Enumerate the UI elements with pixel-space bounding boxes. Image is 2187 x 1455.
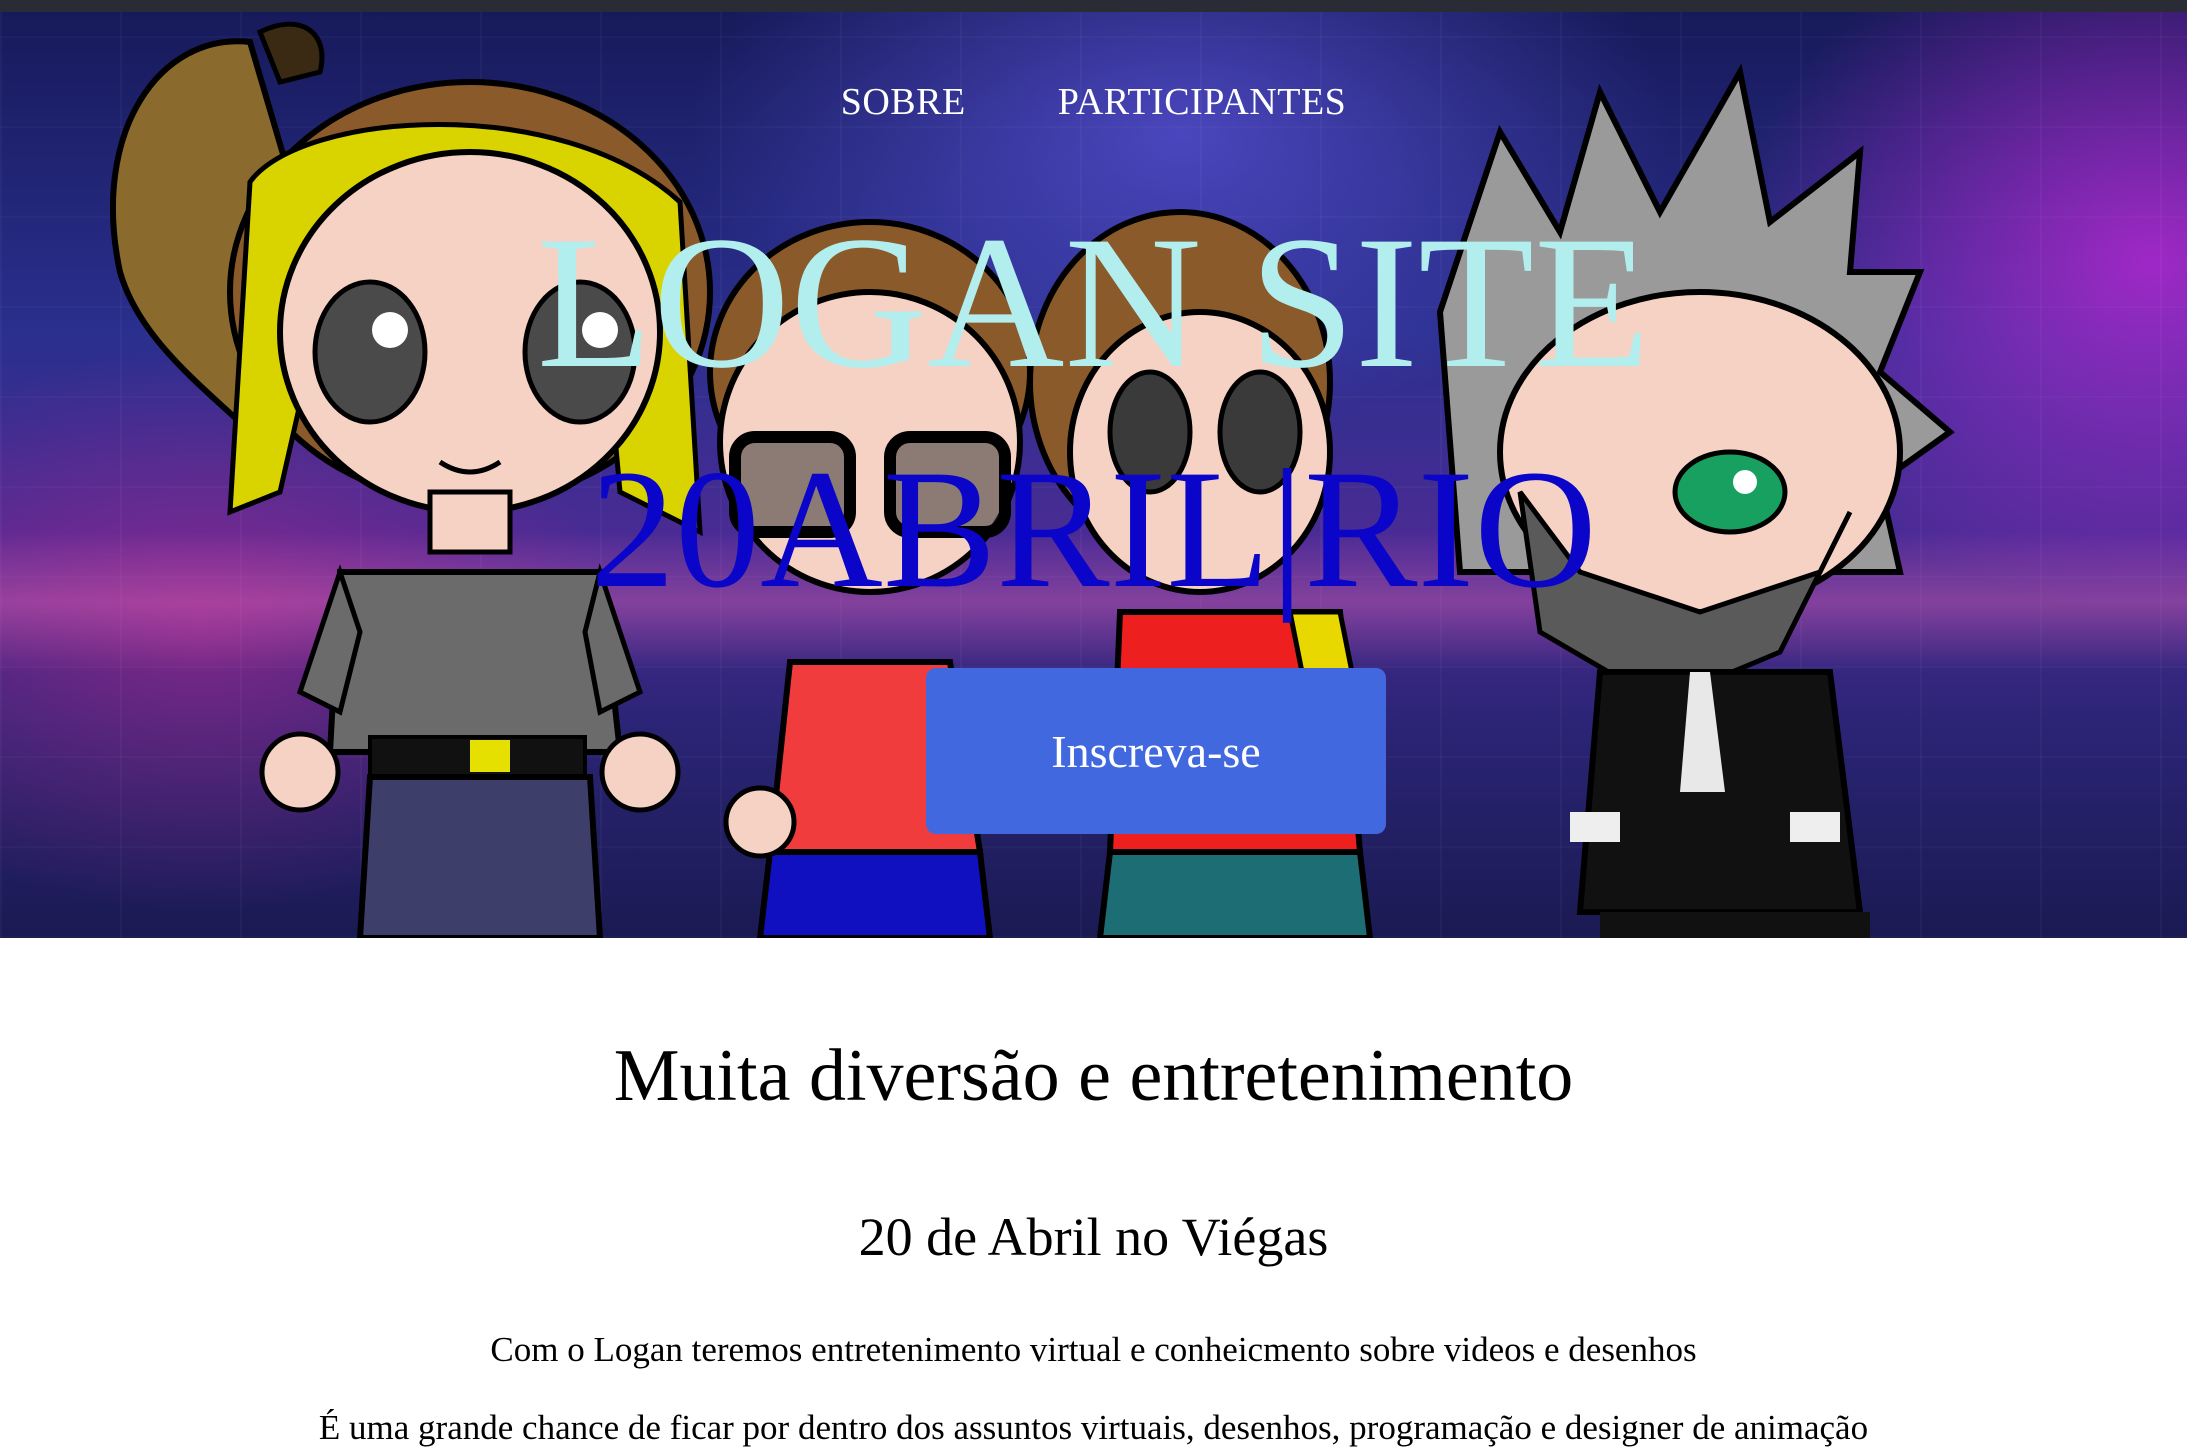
event-date-heading: 20 de Abril no Viégas [858, 1207, 1329, 1267]
browser-top-strip [0, 0, 2187, 12]
signup-button[interactable]: Inscreva-se [926, 668, 1386, 834]
description-paragraph-2: É uma grande chance de ficar por dentro … [318, 1408, 1869, 1447]
hero-title: LOGAN SITE [536, 198, 1651, 408]
nav-link-sobre[interactable]: SOBRE [841, 80, 966, 124]
section-heading: Muita diversão e entretenimento [613, 1035, 1574, 1117]
hero-date-location: 20ABRIL|RIO [590, 435, 1597, 623]
nav-link-participantes[interactable]: PARTICIPANTES [1058, 80, 1347, 124]
description-paragraph-1: Com o Logan teremos entretenimento virtu… [490, 1330, 1697, 1369]
hero-banner: SOBRE PARTICIPANTES LOGAN SITE 20ABRIL|R… [0, 12, 2187, 938]
top-navigation: SOBRE PARTICIPANTES [0, 80, 2187, 124]
